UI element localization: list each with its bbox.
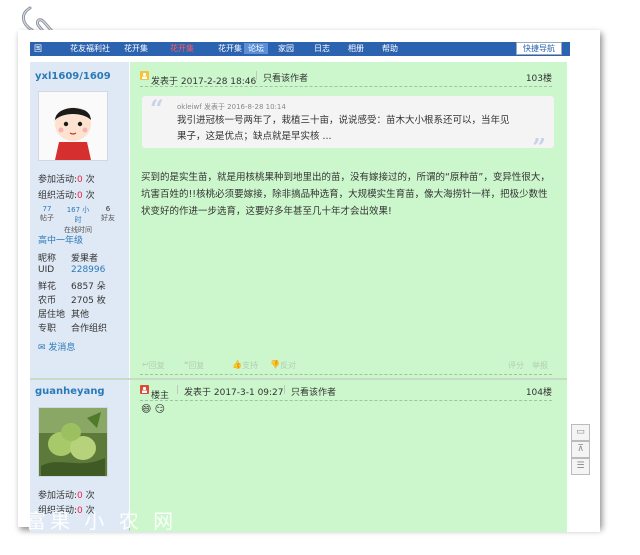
quote-meta[interactable]: okleiwf 发表于 2016-8-28 10:14	[177, 102, 286, 112]
reply-float-icon[interactable]: ▭	[571, 424, 590, 441]
owner-avatar-icon	[140, 385, 149, 394]
rate-button[interactable]: 评分	[508, 360, 524, 371]
post-body: 买到的是实生苗，就是用核桃果种到地里出的苗，没有嫁接过的，所谓的“原种苗”，变异…	[141, 172, 550, 217]
envelope-icon: ✉	[38, 343, 46, 353]
support-button[interactable]: 👍 支持	[232, 360, 258, 370]
reply-button[interactable]: ↩ 回复	[142, 360, 165, 370]
author-name[interactable]: yxl1609/1609	[35, 71, 111, 82]
activity-joined: 参加活动:0 次	[38, 175, 95, 185]
quote-reply-button[interactable]: ❝ 回复	[184, 360, 204, 370]
header-separator: |	[255, 71, 259, 81]
uid-link[interactable]: 228996	[71, 265, 105, 275]
floor-number-2[interactable]: 104楼	[526, 385, 552, 398]
profile-coins: 农币 2705 枚	[38, 296, 106, 306]
avatar-2[interactable]	[38, 407, 108, 477]
profile-flowers: 鲜花 6857 朵	[38, 282, 106, 292]
profile-occupation: 专职 合作组织	[38, 324, 108, 334]
owner-badge: 楼主	[140, 385, 169, 401]
post-divider	[30, 378, 567, 380]
nav-item-hot[interactable]: 花开集	[170, 43, 194, 54]
nav-item-home-space[interactable]: 家园	[278, 43, 294, 54]
only-author-link-2[interactable]: 只看该作者	[291, 385, 336, 398]
author-name-2[interactable]: guanheyang	[35, 386, 105, 397]
close-quote-icon: ”	[532, 133, 546, 162]
nav-item-blog[interactable]: 日志	[314, 43, 330, 54]
post-meta: 发表于 2017-2-28 18:46	[140, 71, 256, 87]
avatar[interactable]	[38, 91, 108, 161]
back-to-top-icon[interactable]: ⊼	[571, 441, 590, 458]
nav-item-help[interactable]: 帮助	[382, 43, 398, 54]
post-header-2: 楼主 | 发表于 2017-3-1 09:27 | 只看该作者 104楼	[140, 382, 552, 401]
nav-item-welfare[interactable]: 花友福利社	[70, 43, 110, 54]
profile-uid: UID 228996	[38, 265, 106, 275]
only-author-link[interactable]: 只看该作者	[263, 71, 308, 84]
nav-item-album[interactable]: 相册	[348, 43, 364, 54]
post-meta-2: 发表于 2017-3-1 09:27	[184, 388, 284, 398]
profile-nickname: 昵称 爱果者	[38, 254, 99, 264]
open-quote-icon: “	[150, 94, 164, 123]
stat-friends[interactable]: 6 好友	[97, 205, 119, 223]
nav-item-forum[interactable]: 论坛	[244, 43, 268, 54]
post-actions: ↩ 回复 ❝ 回复 👍 支持 👎 反对 评分 举报	[140, 360, 552, 375]
nav-item-collection[interactable]: 花开集	[124, 43, 148, 54]
profile-location: 居住地 其他	[38, 310, 90, 320]
quote-text: 我引进冠核一号两年了，栽植三十亩，说说感受：苗木大小根系还可以，当年见果子，这是…	[177, 115, 510, 142]
top-nav: 国 花友福利社 花开集 花开集 花开集 论坛 家园 日志 相册 帮助 快捷导航	[30, 42, 570, 56]
activity-organized: 组织活动:0 次	[38, 191, 95, 201]
user-level[interactable]: 高中一年级	[38, 233, 83, 246]
oppose-button[interactable]: 👎 反对	[270, 360, 296, 370]
post-body-2-emoji: 😄 😏	[141, 404, 166, 415]
report-button[interactable]: 举报	[532, 360, 548, 371]
stat-online-time[interactable]: 167 小时 在线时间	[64, 205, 92, 235]
activity-joined-2: 参加活动:0 次	[38, 491, 95, 501]
watermark: 富果 小 农 网	[26, 509, 178, 533]
online-status-icon	[140, 71, 149, 80]
header-separator-2a: |	[176, 385, 180, 395]
cartoon-avatar-icon	[39, 92, 107, 160]
nav-item-home[interactable]: 国	[34, 43, 42, 54]
list-icon[interactable]: ☰	[571, 458, 590, 475]
quick-nav-dropdown[interactable]: 快捷导航	[516, 42, 562, 55]
send-message-link[interactable]: ✉ 发消息	[38, 340, 75, 353]
stat-posts[interactable]: 77 帖子	[36, 205, 58, 223]
post-header: 发表于 2017-2-28 18:46 | 只看该作者 103楼	[140, 68, 552, 87]
walnut-photo-icon	[39, 408, 107, 476]
header-separator-2b: |	[283, 385, 287, 395]
floor-number[interactable]: 103楼	[526, 71, 552, 84]
nav-item-forum-alt[interactable]: 花开集	[218, 43, 242, 54]
quote-block: “ okleiwf 发表于 2016-8-28 10:14 我引进冠核一号两年了…	[142, 94, 554, 162]
